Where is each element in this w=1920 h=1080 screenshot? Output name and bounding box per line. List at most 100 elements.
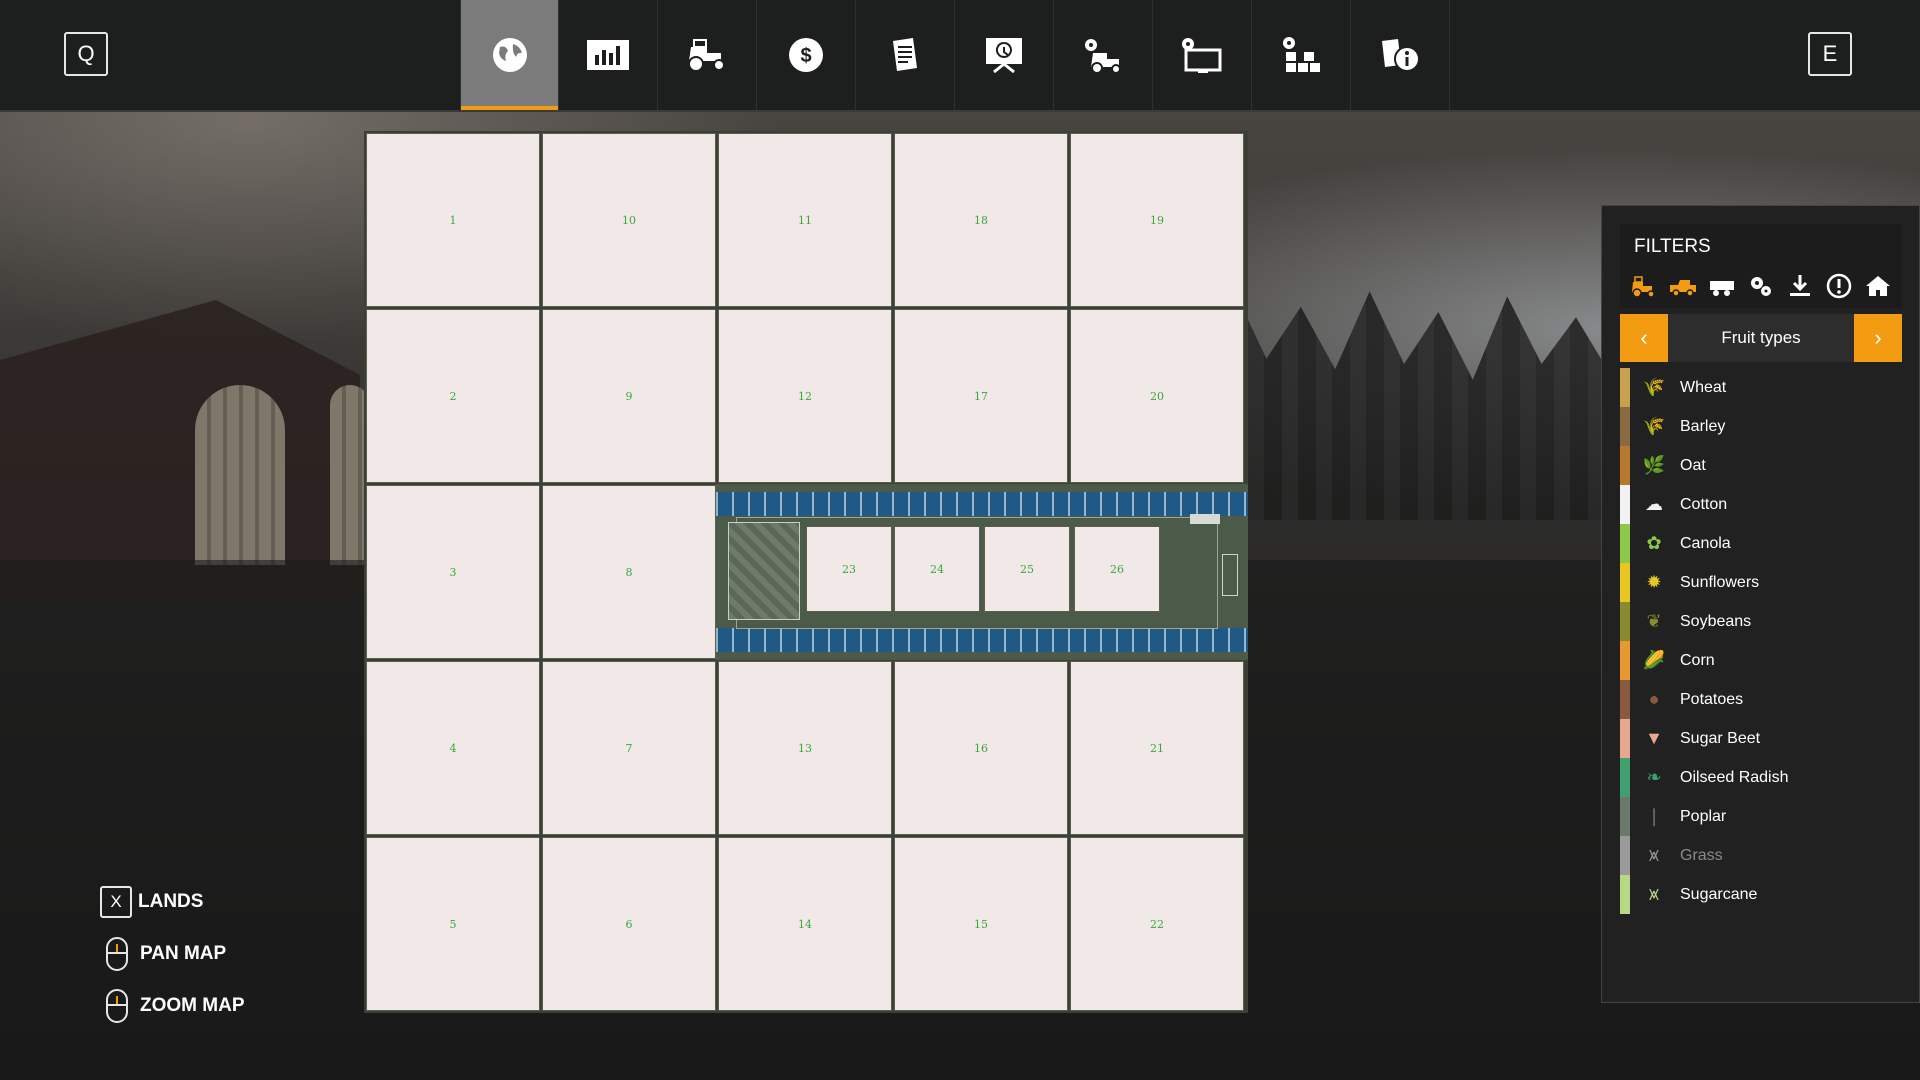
field-14[interactable]: 14 <box>718 837 892 1011</box>
field-8[interactable]: 8 <box>542 485 716 659</box>
field-16[interactable]: 16 <box>894 661 1068 835</box>
menu-tabs: $ <box>460 0 1450 110</box>
fruit-filter-potatoes[interactable]: ● Potatoes <box>1620 680 1902 719</box>
tools-filter-icon[interactable] <box>1743 272 1778 300</box>
tab-vehicles[interactable] <box>658 0 757 110</box>
field-7[interactable]: 7 <box>542 661 716 835</box>
color-swatch <box>1620 407 1630 446</box>
color-swatch <box>1620 485 1630 524</box>
fruit-label: Corn <box>1680 651 1715 669</box>
field-9[interactable]: 9 <box>542 309 716 483</box>
field-25[interactable]: 25 <box>984 526 1070 612</box>
road-north <box>716 492 1248 516</box>
prev-page-key-q[interactable]: Q <box>64 32 108 76</box>
field-11[interactable]: 11 <box>718 133 892 307</box>
control-hints: X LANDS PAN MAP ZOOM MAP <box>100 876 245 1032</box>
pan-map-label: PAN MAP <box>140 943 227 964</box>
fruit-filter-sugarcane[interactable]: ⩙ Sugarcane <box>1620 875 1902 914</box>
field-15[interactable]: 15 <box>894 837 1068 1011</box>
field-3[interactable]: 3 <box>366 485 540 659</box>
color-swatch <box>1620 719 1630 758</box>
tab-statistics[interactable] <box>559 0 658 110</box>
field-24[interactable]: 24 <box>894 526 980 612</box>
field-6[interactable]: 6 <box>542 837 716 1011</box>
tab-tour[interactable] <box>955 0 1054 110</box>
field-20[interactable]: 20 <box>1070 309 1244 483</box>
field-17[interactable]: 17 <box>894 309 1068 483</box>
color-swatch <box>1620 602 1630 641</box>
chevron-left-icon[interactable]: ‹ <box>1620 314 1668 362</box>
field-13[interactable]: 13 <box>718 661 892 835</box>
tab-production[interactable] <box>1252 0 1351 110</box>
fruit-filter-grass[interactable]: ⩙ Grass <box>1620 836 1902 875</box>
ingame-map[interactable]: 1 10 11 18 19 2 9 12 17 20 3 8 23 24 25 … <box>364 131 1248 1013</box>
fruit-icon: 🌾 <box>1642 377 1666 397</box>
vehicle-settings-icon <box>1085 39 1121 74</box>
help-info-icon <box>1382 39 1420 72</box>
combine-filter-icon[interactable] <box>1665 272 1700 300</box>
tab-contracts[interactable] <box>856 0 955 110</box>
fruit-filter-canola[interactable]: ✿ Canola <box>1620 524 1902 563</box>
chevron-right-icon[interactable]: › <box>1854 314 1902 362</box>
field-23[interactable]: 23 <box>806 526 892 612</box>
selling-point-icon[interactable] <box>1783 272 1818 300</box>
fruit-icon: ▼ <box>1645 728 1663 748</box>
tab-finances[interactable]: $ <box>757 0 856 110</box>
fruit-label: Barley <box>1680 417 1726 435</box>
next-page-key-e[interactable]: E <box>1808 32 1852 76</box>
field-12[interactable]: 12 <box>718 309 892 483</box>
fruit-icon: 🌾 <box>1642 416 1666 436</box>
fruit-filter-cotton[interactable]: ☁ Cotton <box>1620 485 1902 524</box>
fruit-filter-sunflowers[interactable]: ✹ Sunflowers <box>1620 563 1902 602</box>
tab-map[interactable] <box>460 0 559 110</box>
fruit-icon: 🌽 <box>1642 650 1666 670</box>
color-swatch <box>1620 758 1630 797</box>
fruit-label: Oat <box>1680 456 1706 474</box>
tab-vehicle-settings[interactable] <box>1054 0 1153 110</box>
warning-icon[interactable] <box>1822 272 1857 300</box>
fruit-filter-corn[interactable]: 🌽 Corn <box>1620 641 1902 680</box>
road-south <box>716 628 1248 652</box>
fruit-label: Soybeans <box>1680 612 1752 630</box>
fruit-label: Wheat <box>1680 378 1727 396</box>
tab-general-settings[interactable] <box>1153 0 1252 110</box>
color-swatch <box>1620 563 1630 602</box>
fruit-filter-oat[interactable]: 🌿 Oat <box>1620 446 1902 485</box>
field-10[interactable]: 10 <box>542 133 716 307</box>
field-1[interactable]: 1 <box>366 133 540 307</box>
field-5[interactable]: 5 <box>366 837 540 1011</box>
farm-buildings <box>728 522 800 620</box>
color-swatch <box>1620 875 1630 914</box>
tab-help[interactable] <box>1351 0 1450 110</box>
fruit-icon: ⩙ <box>1648 845 1660 865</box>
color-swatch <box>1620 797 1630 836</box>
fruit-filter-soybeans[interactable]: ❦ Soybeans <box>1620 602 1902 641</box>
fruit-filter-barley[interactable]: 🌾 Barley <box>1620 407 1902 446</box>
field-2[interactable]: 2 <box>366 309 540 483</box>
field-18[interactable]: 18 <box>894 133 1068 307</box>
field-21[interactable]: 21 <box>1070 661 1244 835</box>
fruit-icon: 🌿 <box>1642 455 1666 475</box>
field-19[interactable]: 19 <box>1070 133 1244 307</box>
fruit-icon: ❦ <box>1646 611 1662 631</box>
fruit-label: Potatoes <box>1680 690 1744 708</box>
background-barn <box>0 300 360 600</box>
tractor-filter-icon[interactable] <box>1626 272 1661 300</box>
fruit-label: Cotton <box>1680 495 1728 513</box>
fruit-filter-oilseed-radish[interactable]: ❧ Oilseed Radish <box>1620 758 1902 797</box>
fruit-icon: ☁ <box>1645 494 1663 514</box>
field-26[interactable]: 26 <box>1074 526 1160 612</box>
fruit-icon: ❘ <box>1646 806 1662 826</box>
farm-area: 23 24 25 26 <box>716 484 1248 660</box>
lands-hint[interactable]: X LANDS <box>100 876 245 928</box>
field-4[interactable]: 4 <box>366 661 540 835</box>
farm-house-icon[interactable] <box>1861 272 1896 300</box>
field-22[interactable]: 22 <box>1070 837 1244 1011</box>
trailer-filter-icon[interactable] <box>1704 272 1739 300</box>
svg-text:$: $ <box>800 45 811 67</box>
fruit-filter-sugar-beet[interactable]: ▼ Sugar Beet <box>1620 719 1902 758</box>
fruit-filter-wheat[interactable]: 🌾 Wheat <box>1620 368 1902 407</box>
color-swatch <box>1620 836 1630 875</box>
farm-gate <box>1222 554 1238 596</box>
fruit-filter-poplar[interactable]: ❘ Poplar <box>1620 797 1902 836</box>
